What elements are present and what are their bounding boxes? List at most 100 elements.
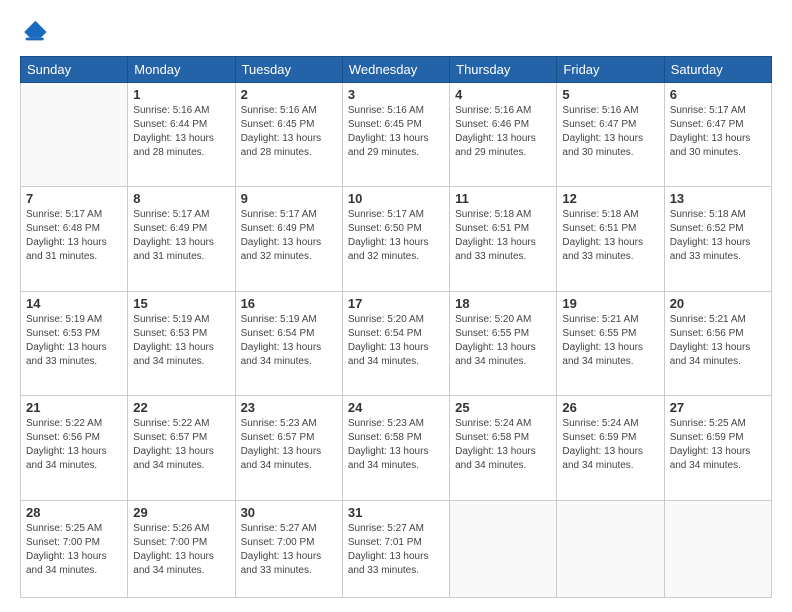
day-info: Sunrise: 5:17 AMSunset: 6:50 PMDaylight:… xyxy=(348,208,444,264)
day-number: 26 xyxy=(562,400,658,415)
day-info: Sunrise: 5:21 AMSunset: 6:56 PMDaylight:… xyxy=(670,313,766,369)
calendar-day-cell xyxy=(557,500,664,597)
day-number: 7 xyxy=(26,191,122,206)
day-number: 11 xyxy=(455,191,551,206)
day-info: Sunrise: 5:25 AMSunset: 7:00 PMDaylight:… xyxy=(26,522,122,578)
day-number: 10 xyxy=(348,191,444,206)
day-number: 29 xyxy=(133,505,229,520)
calendar-day-cell: 8 Sunrise: 5:17 AMSunset: 6:49 PMDaylight… xyxy=(128,187,235,291)
day-number: 16 xyxy=(241,296,337,311)
logo xyxy=(20,18,52,46)
day-info: Sunrise: 5:22 AMSunset: 6:56 PMDaylight:… xyxy=(26,417,122,473)
header xyxy=(20,18,772,46)
calendar-table: SundayMondayTuesdayWednesdayThursdayFrid… xyxy=(20,56,772,598)
day-info: Sunrise: 5:23 AMSunset: 6:58 PMDaylight:… xyxy=(348,417,444,473)
day-number: 27 xyxy=(670,400,766,415)
day-info: Sunrise: 5:16 AMSunset: 6:45 PMDaylight:… xyxy=(241,104,337,160)
day-info: Sunrise: 5:18 AMSunset: 6:51 PMDaylight:… xyxy=(562,208,658,264)
day-info: Sunrise: 5:19 AMSunset: 6:53 PMDaylight:… xyxy=(26,313,122,369)
day-number: 1 xyxy=(133,87,229,102)
calendar-day-cell: 18 Sunrise: 5:20 AMSunset: 6:55 PMDayligh… xyxy=(450,291,557,395)
day-info: Sunrise: 5:24 AMSunset: 6:58 PMDaylight:… xyxy=(455,417,551,473)
calendar-day-cell: 24 Sunrise: 5:23 AMSunset: 6:58 PMDayligh… xyxy=(342,396,449,500)
day-info: Sunrise: 5:25 AMSunset: 6:59 PMDaylight:… xyxy=(670,417,766,473)
calendar-day-header: Wednesday xyxy=(342,57,449,83)
calendar-week-row: 21 Sunrise: 5:22 AMSunset: 6:56 PMDayligh… xyxy=(21,396,772,500)
day-info: Sunrise: 5:20 AMSunset: 6:55 PMDaylight:… xyxy=(455,313,551,369)
calendar-day-cell: 21 Sunrise: 5:22 AMSunset: 6:56 PMDayligh… xyxy=(21,396,128,500)
day-info: Sunrise: 5:17 AMSunset: 6:49 PMDaylight:… xyxy=(133,208,229,264)
day-number: 6 xyxy=(670,87,766,102)
day-number: 20 xyxy=(670,296,766,311)
calendar-day-cell: 5 Sunrise: 5:16 AMSunset: 6:47 PMDaylight… xyxy=(557,83,664,187)
calendar-day-cell: 10 Sunrise: 5:17 AMSunset: 6:50 PMDayligh… xyxy=(342,187,449,291)
calendar-day-cell: 2 Sunrise: 5:16 AMSunset: 6:45 PMDaylight… xyxy=(235,83,342,187)
calendar-day-cell: 3 Sunrise: 5:16 AMSunset: 6:45 PMDaylight… xyxy=(342,83,449,187)
logo-icon xyxy=(20,18,48,46)
calendar-day-cell: 12 Sunrise: 5:18 AMSunset: 6:51 PMDayligh… xyxy=(557,187,664,291)
calendar-day-header: Thursday xyxy=(450,57,557,83)
calendar-day-header: Friday xyxy=(557,57,664,83)
day-info: Sunrise: 5:16 AMSunset: 6:45 PMDaylight:… xyxy=(348,104,444,160)
calendar-week-row: 1 Sunrise: 5:16 AMSunset: 6:44 PMDaylight… xyxy=(21,83,772,187)
day-info: Sunrise: 5:16 AMSunset: 6:46 PMDaylight:… xyxy=(455,104,551,160)
day-info: Sunrise: 5:16 AMSunset: 6:47 PMDaylight:… xyxy=(562,104,658,160)
day-number: 22 xyxy=(133,400,229,415)
day-number: 8 xyxy=(133,191,229,206)
calendar-day-cell: 17 Sunrise: 5:20 AMSunset: 6:54 PMDayligh… xyxy=(342,291,449,395)
day-info: Sunrise: 5:27 AMSunset: 7:00 PMDaylight:… xyxy=(241,522,337,578)
calendar-day-cell xyxy=(450,500,557,597)
day-number: 15 xyxy=(133,296,229,311)
day-info: Sunrise: 5:17 AMSunset: 6:49 PMDaylight:… xyxy=(241,208,337,264)
day-info: Sunrise: 5:20 AMSunset: 6:54 PMDaylight:… xyxy=(348,313,444,369)
calendar-day-cell: 16 Sunrise: 5:19 AMSunset: 6:54 PMDayligh… xyxy=(235,291,342,395)
calendar-day-cell: 4 Sunrise: 5:16 AMSunset: 6:46 PMDaylight… xyxy=(450,83,557,187)
day-number: 17 xyxy=(348,296,444,311)
day-info: Sunrise: 5:17 AMSunset: 6:47 PMDaylight:… xyxy=(670,104,766,160)
day-info: Sunrise: 5:16 AMSunset: 6:44 PMDaylight:… xyxy=(133,104,229,160)
day-number: 14 xyxy=(26,296,122,311)
calendar-day-cell xyxy=(21,83,128,187)
calendar-week-row: 14 Sunrise: 5:19 AMSunset: 6:53 PMDayligh… xyxy=(21,291,772,395)
calendar-day-cell: 28Sunrise: 5:25 AMSunset: 7:00 PMDayligh… xyxy=(21,500,128,597)
day-number: 31 xyxy=(348,505,444,520)
day-info: Sunrise: 5:19 AMSunset: 6:54 PMDaylight:… xyxy=(241,313,337,369)
day-info: Sunrise: 5:22 AMSunset: 6:57 PMDaylight:… xyxy=(133,417,229,473)
day-info: Sunrise: 5:19 AMSunset: 6:53 PMDaylight:… xyxy=(133,313,229,369)
calendar-day-header: Sunday xyxy=(21,57,128,83)
calendar-week-row: 28Sunrise: 5:25 AMSunset: 7:00 PMDayligh… xyxy=(21,500,772,597)
calendar-day-header: Saturday xyxy=(664,57,771,83)
day-number: 13 xyxy=(670,191,766,206)
day-info: Sunrise: 5:18 AMSunset: 6:52 PMDaylight:… xyxy=(670,208,766,264)
day-number: 12 xyxy=(562,191,658,206)
calendar-day-cell: 11 Sunrise: 5:18 AMSunset: 6:51 PMDayligh… xyxy=(450,187,557,291)
day-number: 9 xyxy=(241,191,337,206)
day-number: 4 xyxy=(455,87,551,102)
calendar-day-header: Monday xyxy=(128,57,235,83)
day-info: Sunrise: 5:17 AMSunset: 6:48 PMDaylight:… xyxy=(26,208,122,264)
calendar-day-cell: 15 Sunrise: 5:19 AMSunset: 6:53 PMDayligh… xyxy=(128,291,235,395)
calendar-day-header: Tuesday xyxy=(235,57,342,83)
calendar-day-cell: 19Sunrise: 5:21 AMSunset: 6:55 PMDayligh… xyxy=(557,291,664,395)
calendar-day-cell: 22 Sunrise: 5:22 AMSunset: 6:57 PMDayligh… xyxy=(128,396,235,500)
calendar-day-cell: 31Sunrise: 5:27 AMSunset: 7:01 PMDayligh… xyxy=(342,500,449,597)
calendar-day-cell: 26Sunrise: 5:24 AMSunset: 6:59 PMDayligh… xyxy=(557,396,664,500)
calendar-day-cell: 7 Sunrise: 5:17 AMSunset: 6:48 PMDaylight… xyxy=(21,187,128,291)
day-number: 21 xyxy=(26,400,122,415)
day-number: 3 xyxy=(348,87,444,102)
day-number: 23 xyxy=(241,400,337,415)
calendar-day-cell: 13 Sunrise: 5:18 AMSunset: 6:52 PMDayligh… xyxy=(664,187,771,291)
day-number: 18 xyxy=(455,296,551,311)
calendar-day-cell: 25Sunrise: 5:24 AMSunset: 6:58 PMDayligh… xyxy=(450,396,557,500)
calendar-day-cell: 29Sunrise: 5:26 AMSunset: 7:00 PMDayligh… xyxy=(128,500,235,597)
calendar-day-cell: 23Sunrise: 5:23 AMSunset: 6:57 PMDayligh… xyxy=(235,396,342,500)
day-number: 19 xyxy=(562,296,658,311)
page: SundayMondayTuesdayWednesdayThursdayFrid… xyxy=(0,0,792,612)
calendar-header-row: SundayMondayTuesdayWednesdayThursdayFrid… xyxy=(21,57,772,83)
calendar-day-cell: 14 Sunrise: 5:19 AMSunset: 6:53 PMDayligh… xyxy=(21,291,128,395)
day-info: Sunrise: 5:18 AMSunset: 6:51 PMDaylight:… xyxy=(455,208,551,264)
day-number: 2 xyxy=(241,87,337,102)
calendar-day-cell: 27 Sunrise: 5:25 AMSunset: 6:59 PMDayligh… xyxy=(664,396,771,500)
day-number: 24 xyxy=(348,400,444,415)
day-number: 5 xyxy=(562,87,658,102)
